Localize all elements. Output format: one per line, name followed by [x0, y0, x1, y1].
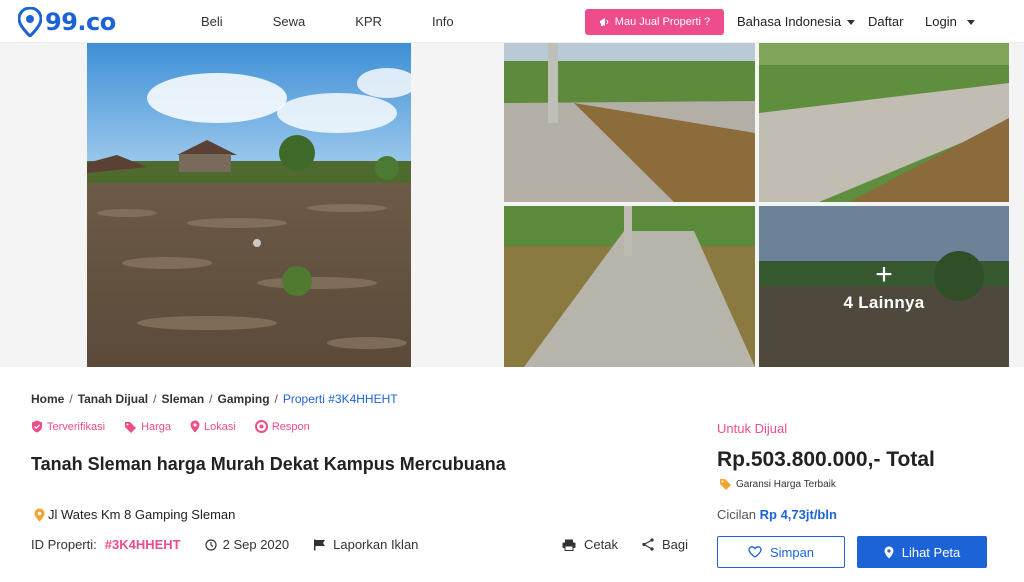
- flag-icon: [314, 539, 326, 550]
- listing-date: 2 Sep 2020: [205, 537, 290, 552]
- gallery-photo-1[interactable]: [504, 43, 755, 202]
- gallery-photo-3[interactable]: [504, 206, 755, 367]
- breadcrumb-category[interactable]: Tanah Dijual: [78, 392, 148, 406]
- gallery-photo-more[interactable]: + 4 Lainnya: [759, 206, 1009, 367]
- property-id: ID Properti: #3K4HHEHT: [31, 537, 181, 552]
- main-nav: Beli Sewa KPR Info: [190, 0, 504, 43]
- print-button[interactable]: Cetak: [562, 537, 618, 552]
- photo-gallery: + 4 Lainnya: [0, 43, 1024, 367]
- breadcrumb-home[interactable]: Home: [31, 392, 64, 406]
- megaphone-icon: [599, 18, 609, 26]
- chevron-down-icon: [847, 20, 856, 26]
- nav-kpr[interactable]: KPR: [355, 14, 382, 29]
- print-label: Cetak: [584, 537, 618, 552]
- main-photo[interactable]: [87, 43, 411, 367]
- page: 99.co Beli Sewa KPR Info Mau Jual Proper…: [0, 0, 1024, 582]
- sell-property-button[interactable]: Mau Jual Properti ?: [585, 9, 724, 35]
- listing-actions: Cetak Bagi: [562, 537, 712, 552]
- location-pin-logo-icon: [18, 7, 42, 37]
- breadcrumb-separator: /: [209, 392, 213, 406]
- listing-address: Jl Wates Km 8 Gamping Sleman: [34, 507, 235, 522]
- save-button[interactable]: Simpan: [717, 536, 845, 568]
- register-link[interactable]: Daftar: [868, 14, 903, 29]
- share-button[interactable]: Bagi: [642, 537, 688, 552]
- gallery-photo-2[interactable]: [759, 43, 1009, 202]
- shield-check-icon: [32, 420, 42, 433]
- tag-icon: [125, 421, 137, 433]
- nav-beli[interactable]: Beli: [201, 14, 223, 29]
- share-icon: [642, 538, 654, 551]
- price-guarantee-label: Garansi Harga Terbaik: [736, 478, 836, 490]
- top-navbar: 99.co Beli Sewa KPR Info Mau Jual Proper…: [0, 0, 1024, 43]
- sell-property-label: Mau Jual Properti ?: [614, 16, 711, 28]
- badge-price[interactable]: Harga: [124, 421, 171, 433]
- main-photo-image: [87, 43, 411, 367]
- installment-label: Cicilan: [717, 507, 757, 522]
- badge-response-label: Respon: [271, 420, 310, 433]
- login-label: Login: [925, 14, 957, 29]
- location-pin-icon: [190, 420, 200, 433]
- listing-title: Tanah Sleman harga Murah Dekat Kampus Me…: [31, 454, 506, 474]
- chat-response-icon: [254, 420, 268, 433]
- nav-info[interactable]: Info: [432, 14, 454, 29]
- breadcrumb-separator: /: [274, 392, 278, 406]
- badge-location[interactable]: Lokasi: [190, 420, 236, 433]
- breadcrumb-separator: /: [153, 392, 157, 406]
- gallery-photo-1-image: [504, 43, 755, 202]
- badge-verified-label: Terverifikasi: [47, 420, 106, 433]
- breadcrumb-current: Properti #3K4HHEHT: [282, 392, 398, 406]
- view-map-label: Lihat Peta: [901, 544, 961, 560]
- property-id-value: #3K4HHEHT: [104, 537, 181, 552]
- listing-meta: ID Properti: #3K4HHEHT 2 Sep 2020 Lapork…: [31, 537, 442, 552]
- chevron-down-icon: [966, 20, 975, 26]
- gallery-photo-2-image: [759, 43, 1009, 202]
- report-ad-link[interactable]: Laporkan Iklan: [313, 537, 418, 552]
- clock-icon: [205, 538, 217, 551]
- heart-icon: [748, 546, 762, 558]
- save-label: Simpan: [769, 544, 815, 560]
- listing-badges: Terverifikasi Harga Lokasi Respon: [31, 420, 329, 433]
- language-label: Bahasa Indonesia: [737, 14, 842, 29]
- logo-text: 99.co: [45, 8, 116, 36]
- tag-icon: [720, 479, 731, 490]
- plus-icon: +: [875, 257, 893, 291]
- login-menu[interactable]: Login: [925, 14, 975, 29]
- badge-price-label: Harga: [141, 420, 172, 433]
- address-text: Jl Wates Km 8 Gamping Sleman: [48, 507, 236, 522]
- report-ad-label: Laporkan Iklan: [333, 537, 419, 552]
- price-guarantee[interactable]: Garansi Harga Terbaik: [719, 478, 836, 490]
- listing-price: Rp.503.800.000,- Total: [717, 448, 935, 471]
- share-label: Bagi: [661, 537, 688, 552]
- location-pin-icon: [884, 546, 894, 558]
- breadcrumb-district[interactable]: Gamping: [218, 392, 270, 406]
- badge-response[interactable]: Respon: [254, 420, 310, 433]
- listing-status: Untuk Dijual: [717, 421, 788, 436]
- breadcrumb-region[interactable]: Sleman: [161, 392, 204, 406]
- view-map-button[interactable]: Lihat Peta: [857, 536, 987, 568]
- gallery-photo-3-image: [504, 206, 755, 367]
- installment-info: Cicilan Rp 4,73jt/bln: [717, 507, 837, 522]
- printer-icon: [562, 539, 576, 551]
- badge-verified[interactable]: Terverifikasi: [31, 420, 105, 433]
- nav-sewa[interactable]: Sewa: [273, 14, 306, 29]
- badge-location-label: Lokasi: [204, 420, 236, 433]
- location-pin-icon: [34, 508, 45, 521]
- more-photos-overlay[interactable]: + 4 Lainnya: [759, 206, 1009, 367]
- breadcrumb-separator: /: [69, 392, 73, 406]
- language-selector[interactable]: Bahasa Indonesia: [737, 14, 856, 29]
- installment-value[interactable]: Rp 4,73jt/bln: [760, 507, 837, 522]
- more-photos-label: 4 Lainnya: [843, 292, 925, 312]
- logo[interactable]: 99.co: [18, 6, 116, 38]
- listing-date-text: 2 Sep 2020: [222, 537, 290, 552]
- breadcrumb: Home / Tanah Dijual / Sleman / Gamping / Propert…: [31, 392, 398, 406]
- property-id-label: ID Properti:: [31, 537, 97, 552]
